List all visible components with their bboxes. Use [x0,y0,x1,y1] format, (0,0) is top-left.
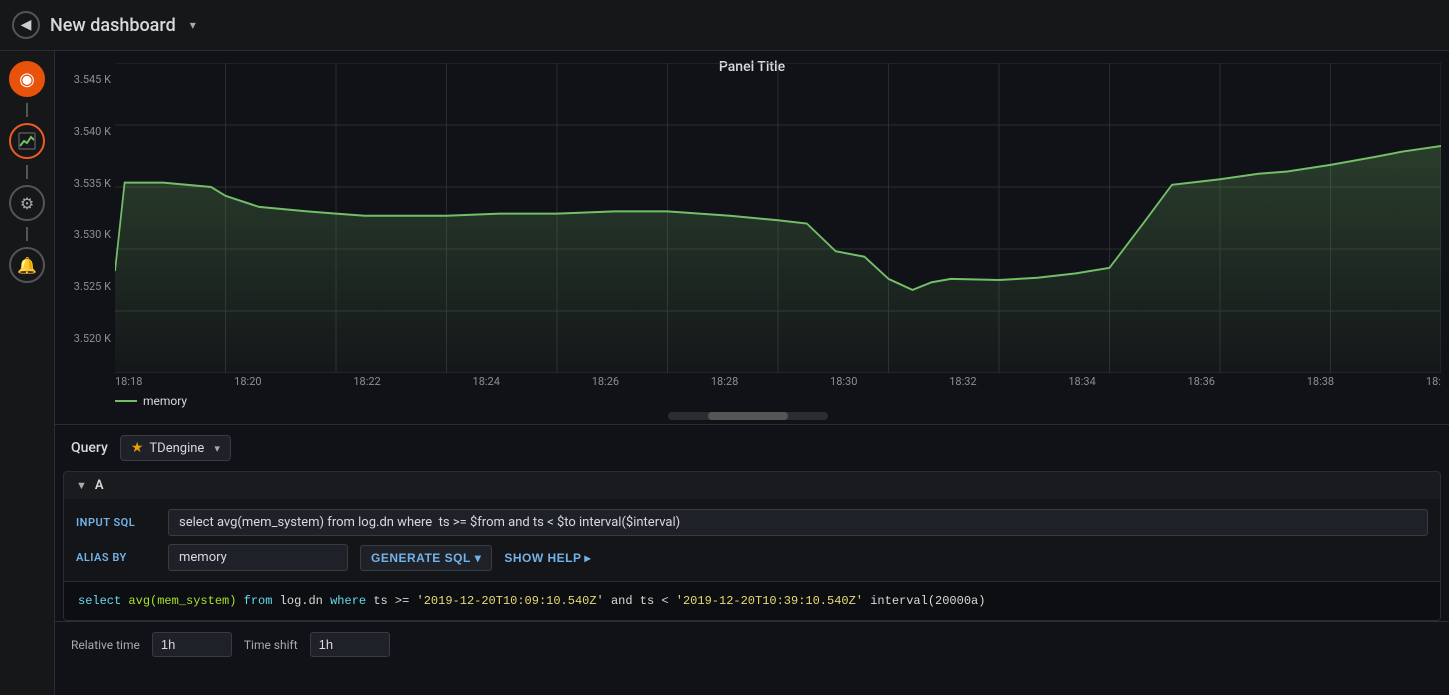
sidebar-icon-chart[interactable] [9,123,45,159]
time-shift-label: Time shift [244,638,298,652]
x-label-5: 18:26 [592,375,619,388]
sidebar-icon-settings[interactable]: ⚙ [9,185,45,221]
x-label-1: 18:18 [115,375,142,388]
show-help-arrow-icon: ▸ [585,551,592,565]
header: ◀ New dashboard ▾ [0,0,1449,51]
x-label-12: 18: [1426,375,1441,388]
sql-where-keyword: where [330,594,366,608]
y-label-1: 3.545 K [59,73,111,86]
input-sql-row: INPUT SQL [76,509,1428,536]
x-axis: 18:18 18:20 18:22 18:24 18:26 18:28 18:3… [55,373,1441,388]
sql-ts-from-value: '2019-12-20T10:09:10.540Z' [417,594,604,608]
x-label-3: 18:22 [353,375,380,388]
content-area: Panel Title 3.545 K 3.540 K 3.535 K 3.53… [55,51,1449,695]
x-label-8: 18:32 [949,375,976,388]
generate-sql-label: GENERATE SQL [371,551,471,565]
alias-by-row: ALIAS BY GENERATE SQL ▾ SHOW HELP ▸ [76,544,1428,571]
query-fields: INPUT SQL ALIAS BY GENERATE SQL ▾ SHOW H… [64,499,1440,581]
chart-plot[interactable] [115,63,1441,373]
query-label: Query [71,440,108,456]
dashboard-title: New dashboard [50,15,176,36]
scrollbar-thumb[interactable] [708,412,788,420]
y-label-6: 3.520 K [59,332,111,345]
x-label-9: 18:34 [1068,375,1095,388]
time-options: Relative time Time shift [55,621,1449,667]
sql-from-keyword: from [244,594,273,608]
generate-sql-caret-icon: ▾ [475,551,482,565]
y-label-2: 3.540 K [59,125,111,138]
legend-label-memory: memory [143,394,187,408]
alias-by-field[interactable] [168,544,348,571]
sql-ts-to-value: '2019-12-20T10:39:10.540Z' [676,594,863,608]
x-label-7: 18:30 [830,375,857,388]
y-label-4: 3.530 K [59,228,111,241]
query-section-a: ▼ A INPUT SQL ALIAS BY GENERATE SQL [63,471,1441,621]
generated-sql: select avg(mem_system) from log.dn where… [64,581,1440,620]
dashboard-dropdown-caret[interactable]: ▾ [190,18,196,32]
sidebar-icon-tdengine[interactable]: ◉ [9,61,45,97]
query-section-header: ▼ A [64,472,1440,499]
back-button[interactable]: ◀ [12,11,40,39]
x-label-6: 18:28 [711,375,738,388]
datasource-star-icon: ★ [131,440,144,456]
datasource-name: TDengine [149,441,204,456]
input-sql-field[interactable] [168,509,1428,536]
relative-time-input[interactable] [152,632,232,657]
time-shift-input[interactable] [310,632,390,657]
input-sql-label: INPUT SQL [76,516,156,529]
show-help-button[interactable]: SHOW HELP ▸ [504,551,591,565]
scrollbar-track [668,412,828,420]
y-label-5: 3.525 K [59,280,111,293]
sidebar-icon-bell[interactable]: 🔔 [9,247,45,283]
datasource-selector[interactable]: ★ TDengine ▾ [120,435,231,461]
collapse-arrow-icon[interactable]: ▼ [76,479,87,492]
y-axis: 3.545 K 3.540 K 3.535 K 3.530 K 3.525 K … [55,63,115,373]
alias-by-label: ALIAS BY [76,551,156,564]
sql-table: log.dn [280,594,330,608]
x-label-10: 18:36 [1188,375,1215,388]
sql-avg-function: avg(mem_system) [128,594,236,608]
chart-wrapper: 3.545 K 3.540 K 3.535 K 3.530 K 3.525 K … [55,63,1441,373]
sql-select-keyword: select [78,594,121,608]
sql-interval: interval(20000a) [870,594,985,608]
query-id: A [95,478,104,493]
query-panel: Query ★ TDengine ▾ ▼ A INPUT SQL [55,424,1449,695]
relative-time-label: Relative time [71,638,140,652]
chart-legend: memory [55,388,1441,408]
sidebar: ◉ ⚙ 🔔 [0,51,55,695]
scrollbar-area [55,408,1441,424]
sql-space-3: ts >= [373,594,416,608]
sidebar-connector-2 [26,165,28,179]
main-layout: ◉ ⚙ 🔔 Panel Title 3.545 K 3.540 K 3.535 … [0,51,1449,695]
datasource-caret-icon: ▾ [214,442,220,455]
chart-area: Panel Title 3.545 K 3.540 K 3.535 K 3.53… [55,51,1449,424]
query-header: Query ★ TDengine ▾ [55,425,1449,471]
sql-and-1: and ts < [611,594,676,608]
x-label-4: 18:24 [473,375,500,388]
sidebar-connector-3 [26,227,28,241]
x-label-2: 18:20 [234,375,261,388]
legend-line-memory [115,400,137,402]
y-label-3: 3.535 K [59,177,111,190]
show-help-label: SHOW HELP [504,551,581,565]
sidebar-connector-1 [26,103,28,117]
generate-sql-button[interactable]: GENERATE SQL ▾ [360,545,492,571]
x-label-11: 18:38 [1307,375,1334,388]
